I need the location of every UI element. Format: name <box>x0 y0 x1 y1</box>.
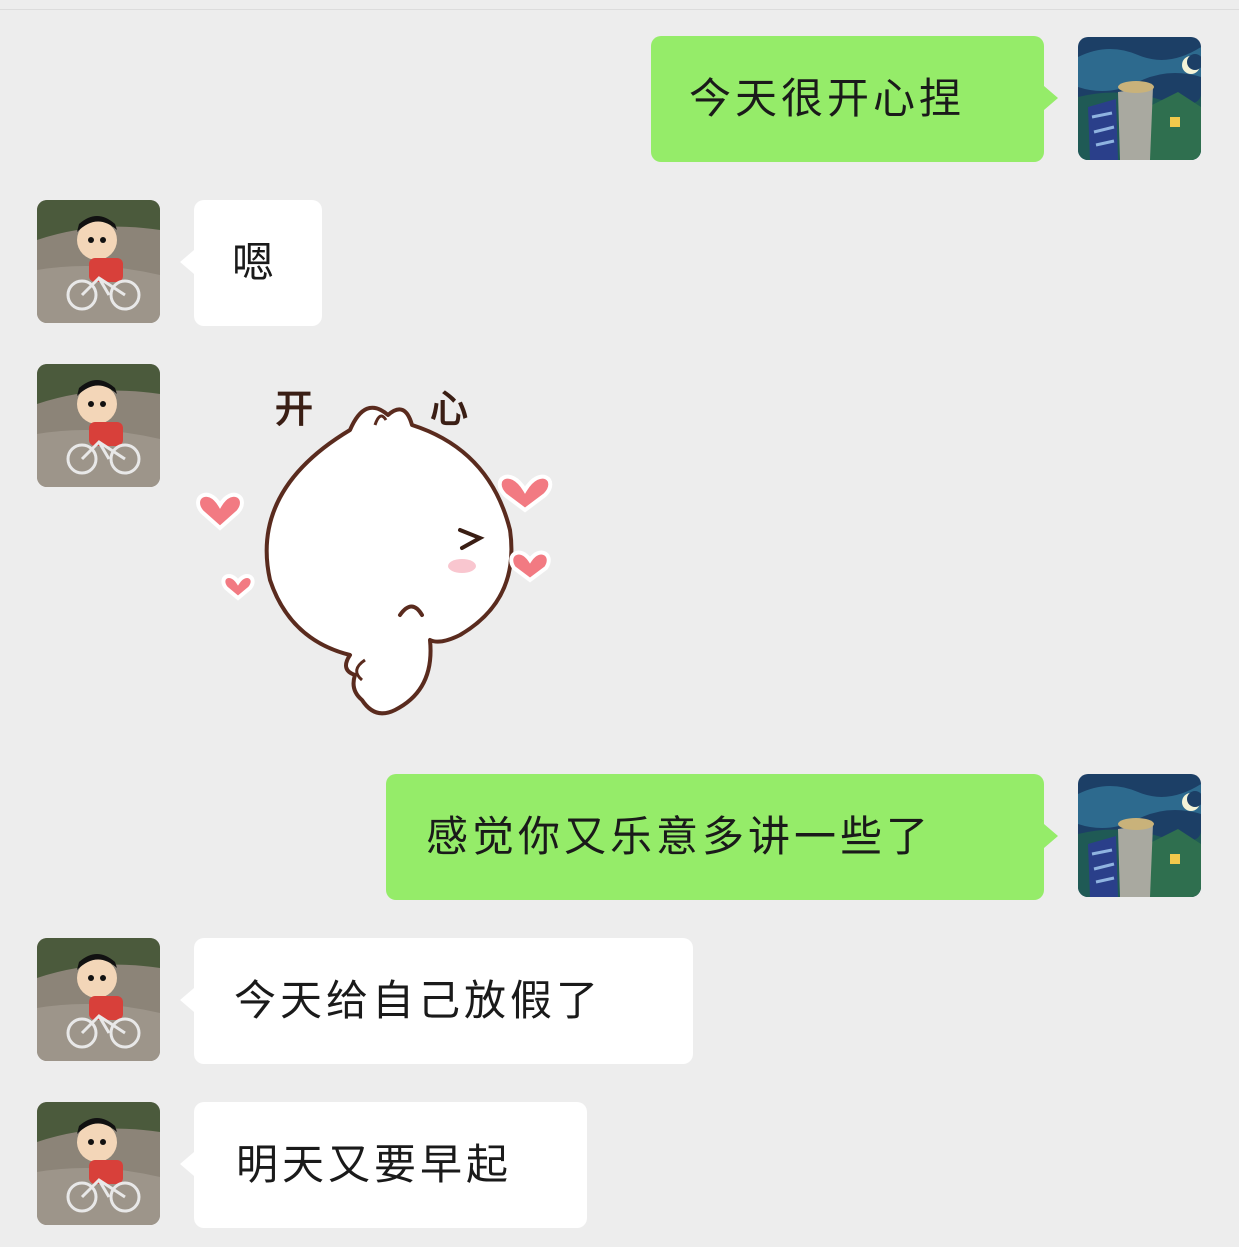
happy-rabbit-sticker[interactable]: 开 心 <box>190 370 560 725</box>
bubble-tail <box>180 988 194 1012</box>
my-message-bubble[interactable]: 今天很开心捏 <box>651 36 1044 162</box>
sticker-caption-right: 心 <box>430 389 468 431</box>
contact-message-bubble[interactable]: 明天又要早起 <box>194 1102 587 1228</box>
contact-avatar-icon[interactable] <box>37 364 160 487</box>
top-divider <box>0 9 1239 10</box>
bubble-tail <box>180 1152 194 1176</box>
message-text: 明天又要早起 <box>236 1140 513 1189</box>
message-text: 感觉你又乐意多讲一些了 <box>426 812 933 861</box>
bubble-tail <box>1044 824 1058 848</box>
contact-message-bubble[interactable]: 今天给自己放假了 <box>194 938 693 1064</box>
my-avatar-icon[interactable] <box>1078 37 1201 160</box>
bubble-tail <box>180 250 194 274</box>
contact-avatar-icon[interactable] <box>37 200 160 323</box>
sticker-caption-left: 开 <box>275 389 313 431</box>
message-text: 今天给自己放假了 <box>234 976 603 1025</box>
contact-avatar-icon[interactable] <box>37 1102 160 1225</box>
my-message-bubble[interactable]: 感觉你又乐意多讲一些了 <box>386 774 1044 900</box>
my-avatar-icon[interactable] <box>1078 774 1201 897</box>
bubble-tail <box>1044 86 1058 110</box>
contact-avatar-icon[interactable] <box>37 938 160 1061</box>
contact-message-bubble[interactable]: 嗯 <box>194 200 322 326</box>
message-text: 今天很开心捏 <box>689 74 966 123</box>
message-text: 嗯 <box>232 238 279 287</box>
